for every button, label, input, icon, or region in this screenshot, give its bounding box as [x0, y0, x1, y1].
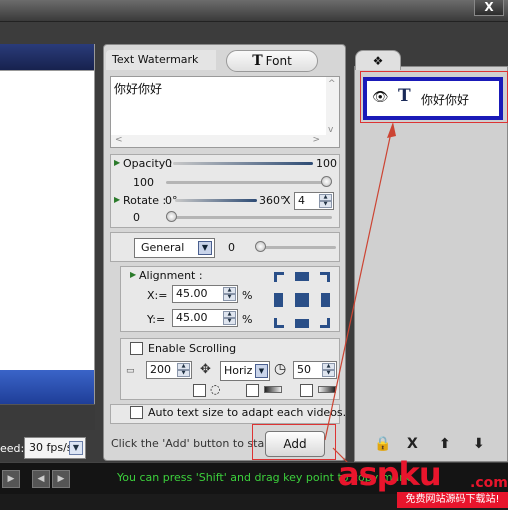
annotation-arrows — [324, 122, 396, 486]
site-logo-tagline: 免费网站源码下载站! — [397, 492, 508, 508]
site-logo: aspku — [338, 455, 442, 493]
site-logo-domain: .com — [470, 475, 508, 491]
play-icon[interactable]: ▶ — [2, 470, 20, 488]
prev-icon[interactable]: ◀ — [32, 470, 50, 488]
next-icon[interactable]: ▶ — [52, 470, 70, 488]
